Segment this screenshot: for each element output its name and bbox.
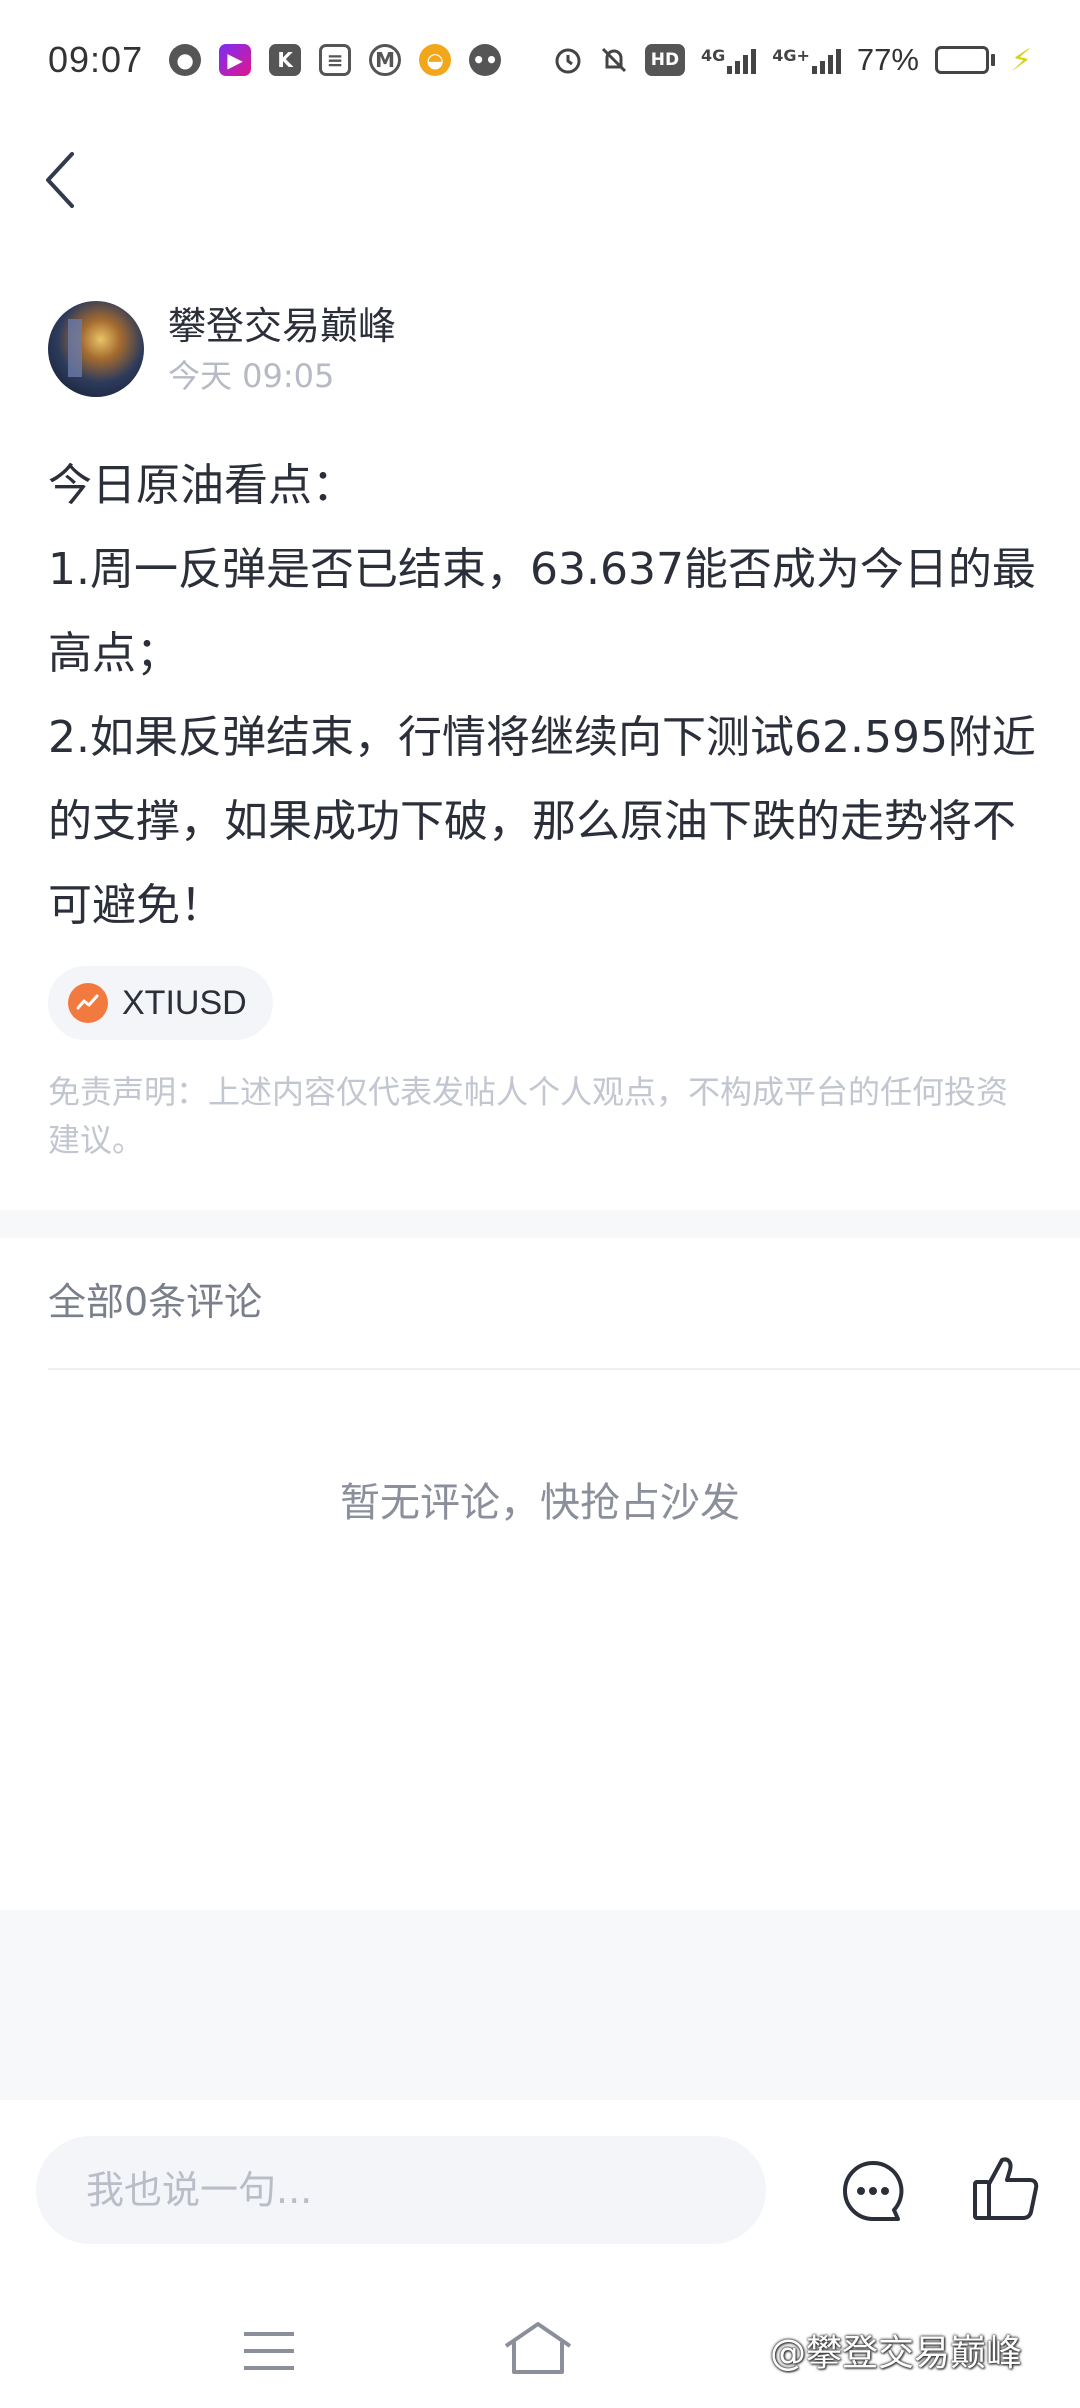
home-button[interactable]	[502, 2320, 574, 2376]
k-app-icon: K	[269, 44, 302, 76]
bank-app-icon: M	[369, 44, 402, 76]
alarm-icon	[555, 48, 581, 74]
comment-input[interactable]	[36, 2136, 766, 2244]
chat-bubble-icon	[843, 2160, 904, 2221]
battery-icon	[934, 46, 995, 74]
post-line: 今日原油看点：	[48, 460, 356, 511]
battery-percent: 77%	[856, 42, 919, 77]
section-divider	[0, 1210, 1080, 1238]
author-name[interactable]: 攀登交易巅峰	[168, 300, 396, 352]
qq-icon: ●	[169, 44, 202, 76]
orange-app-icon: ◒	[419, 44, 452, 76]
notes-app-icon: ≡	[319, 44, 352, 76]
mute-bell-icon	[601, 47, 626, 73]
footer-spacer	[0, 1910, 1080, 2100]
menu-icon	[244, 2332, 294, 2370]
chevron-left-icon	[46, 152, 74, 208]
post-line: 1.周一反弹是否已结束，63.637能否成为今日的最高点；	[48, 544, 1036, 679]
recent-apps-button[interactable]	[242, 2330, 296, 2372]
disclaimer: 免责声明：上述内容仅代表发帖人个人观点，不构成平台的任何投资建议。	[48, 1073, 1009, 1159]
home-icon	[504, 2322, 572, 2374]
empty-comments-text: 暂无评论，快抢占沙发	[340, 1480, 740, 1526]
signal-bars-icon	[727, 46, 757, 74]
post-line: 2.如果反弹结束，行情将继续向下测试62.595附近的支撑，如果成功下破，那么原…	[48, 712, 1036, 931]
avatar[interactable]	[48, 301, 144, 397]
symbol-tag-label: XTIUSD	[122, 983, 247, 1022]
notification-icons: ● ▶ K ≡ M ◒ ••	[169, 44, 502, 76]
thumbs-up-icon	[973, 2157, 1039, 2220]
wechat-icon: ••	[469, 44, 502, 76]
symbol-tag[interactable]: XTIUSD	[48, 966, 273, 1040]
post-content: 今日原油看点： 1.周一反弹是否已结束，63.637能否成为今日的最高点； 2.…	[48, 444, 1038, 948]
comment-button[interactable]	[840, 2158, 906, 2224]
status-right: HD 4G 4G+ 77% ⚡	[553, 42, 1032, 78]
status-time: 09:07	[48, 39, 144, 80]
author-meta: 攀登交易巅峰 今天 09:05	[168, 300, 396, 398]
video-app-icon: ▶	[219, 44, 252, 76]
signal-1: 4G	[700, 46, 757, 74]
comment-bar	[0, 2100, 1080, 2290]
hd-icon: HD	[644, 44, 685, 76]
comments-title: 全部0条评论	[48, 1280, 263, 1324]
divider	[48, 1368, 1080, 1370]
like-button[interactable]	[970, 2154, 1040, 2224]
status-bar: 09:07 ● ▶ K ≡ M ◒ •• HD 4G 4G+ 77% ⚡	[0, 0, 1080, 120]
network-type-2: 4G+	[772, 46, 810, 65]
author-block[interactable]: 攀登交易巅峰 今天 09:05	[48, 300, 396, 398]
charging-icon: ⚡	[1010, 42, 1032, 78]
post-time: 今天 09:05	[168, 357, 335, 395]
trend-chart-icon	[68, 983, 108, 1023]
signal-bars-icon	[811, 46, 841, 74]
network-type-1: 4G	[700, 46, 726, 65]
system-navigation: @攀登交易巅峰	[0, 2290, 1080, 2408]
back-button[interactable]	[30, 148, 90, 212]
watermark: @攀登交易巅峰	[770, 2333, 1023, 2374]
signal-2: 4G+	[772, 46, 841, 74]
